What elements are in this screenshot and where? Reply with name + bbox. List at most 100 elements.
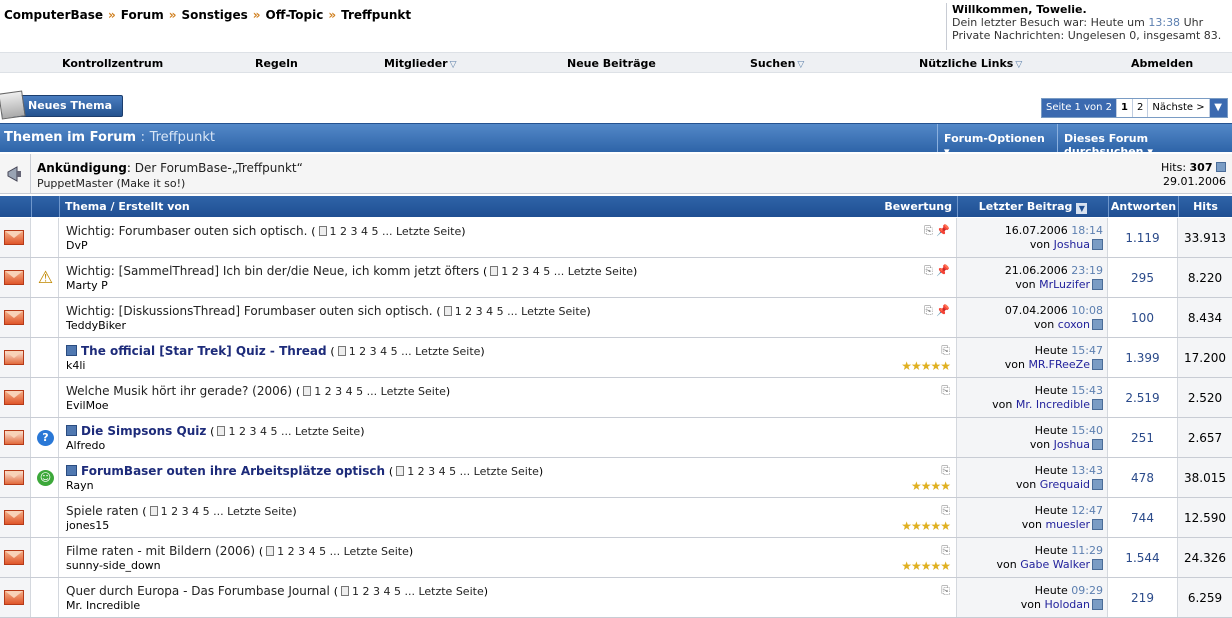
thread-author[interactable]: k4li — [66, 359, 85, 372]
last-post-user[interactable]: coxon — [1058, 318, 1090, 331]
thread-last-page-link[interactable]: Letzte Seite — [227, 505, 292, 518]
thread-pages[interactable]: 1 2 3 4 5 ... — [349, 345, 412, 358]
forum-search-menu[interactable]: Dieses Forum durchsuchen ▾ — [1057, 124, 1232, 158]
header-replies[interactable]: Antworten — [1108, 196, 1178, 217]
breadcrumb-off-topic[interactable]: Off-Topic — [266, 8, 324, 22]
replies-cell: 295 — [1108, 258, 1178, 297]
thread-author[interactable]: Marty P — [66, 279, 108, 292]
go-to-last-post-icon[interactable] — [1092, 479, 1103, 490]
thread-author[interactable]: jones15 — [66, 519, 109, 532]
go-to-last-post-icon[interactable] — [1092, 599, 1103, 610]
thread-pages[interactable]: 1 2 3 4 5 ... — [501, 265, 564, 278]
thread-title-link[interactable]: Filme raten - mit Bildern (2006) — [66, 544, 255, 558]
thread-last-page-link[interactable]: Letzte Seite — [418, 585, 483, 598]
thread-title-link[interactable]: Welche Musik hört ihr gerade? (2006) — [66, 384, 292, 398]
thread-last-page-link[interactable]: Letzte Seite — [381, 385, 446, 398]
next-page-link[interactable]: Nächste > — [1147, 99, 1208, 117]
forum-options-menu[interactable]: Forum-Optionen ▾ — [937, 124, 1057, 158]
go-to-last-post-icon[interactable] — [1092, 559, 1103, 570]
chevron-down-icon[interactable]: ▼ — [1208, 99, 1227, 117]
go-to-last-post-icon[interactable] — [1092, 399, 1103, 410]
thread-last-page-link[interactable]: Letzte Seite — [396, 225, 461, 238]
thread-pages[interactable]: 1 2 3 4 5 ... — [277, 545, 340, 558]
last-post-user[interactable]: muesler — [1045, 518, 1090, 531]
thread-author[interactable]: Rayn — [66, 479, 94, 492]
thread-title-link[interactable]: Wichtig: Forumbaser outen sich optisch. — [66, 224, 307, 238]
thread-author[interactable]: TeddyBiker — [66, 319, 126, 332]
breadcrumb-forum[interactable]: Forum — [121, 8, 164, 22]
thread-last-page-link[interactable]: Letzte Seite — [344, 545, 409, 558]
thread-author[interactable]: Mr. Incredible — [66, 599, 140, 612]
last-post-user[interactable]: Joshua — [1054, 438, 1090, 451]
thread-replies[interactable]: 251 — [1108, 431, 1177, 445]
last-post-user[interactable]: Grequaid — [1040, 478, 1090, 491]
last-post-user[interactable]: Gabe Walker — [1020, 558, 1090, 571]
header-hits[interactable]: Hits — [1178, 196, 1232, 217]
thread-last-page-link[interactable]: Letzte Seite — [521, 305, 586, 318]
thread-last-page-link[interactable]: Letzte Seite — [568, 265, 633, 278]
thread-pages[interactable]: 1 2 3 4 5 ... — [330, 225, 393, 238]
nav-regeln[interactable]: Regeln — [255, 57, 298, 70]
thread-title-link[interactable]: The official [Star Trek] Quiz - Thread — [81, 344, 327, 358]
thread-author[interactable]: sunny-side_down — [66, 559, 161, 572]
page-1-link[interactable]: 1 — [1116, 99, 1132, 117]
thread-title-link[interactable]: Quer durch Europa - Das Forumbase Journa… — [66, 584, 330, 598]
thread-replies[interactable]: 2.519 — [1108, 391, 1177, 405]
thread-title-link[interactable]: Die Simpsons Quiz — [81, 424, 206, 438]
announcement-author[interactable]: PuppetMaster (Make it so!) — [37, 177, 185, 190]
new-thread-button[interactable]: Neues Thema — [0, 90, 123, 120]
thread-title-link[interactable]: Wichtig: [DiskussionsThread] Forumbaser … — [66, 304, 433, 318]
thread-last-page-link[interactable]: Letzte Seite — [295, 425, 360, 438]
thread-pages[interactable]: 1 2 3 4 5 ... — [407, 465, 470, 478]
nav-neue-beitraege[interactable]: Neue Beiträge — [567, 57, 656, 70]
thread-replies[interactable]: 1.544 — [1108, 551, 1177, 565]
page-2-link[interactable]: 2 — [1131, 99, 1147, 117]
announcement-title[interactable]: Ankündigung: Der ForumBase-„Treffpunkt“ — [37, 161, 303, 175]
thread-title-link[interactable]: Wichtig: [SammelThread] Ich bin der/die … — [66, 264, 479, 278]
nav-nuetzliche-links[interactable]: Nützliche Links ▽ — [919, 57, 1022, 70]
thread-title-link[interactable]: Spiele raten — [66, 504, 138, 518]
thread-author[interactable]: Alfredo — [66, 439, 105, 452]
go-to-last-post-icon[interactable] — [1092, 319, 1103, 330]
breadcrumb-computerbase[interactable]: ComputerBase — [4, 8, 103, 22]
thread-author[interactable]: EvilMoe — [66, 399, 109, 412]
thread-replies[interactable]: 1.399 — [1108, 351, 1177, 365]
last-post-user[interactable]: MrLuzifer — [1039, 278, 1090, 291]
thread-last-page-link[interactable]: Letzte Seite — [415, 345, 480, 358]
go-to-last-post-icon[interactable] — [1092, 239, 1103, 250]
thread-replies[interactable]: 219 — [1108, 591, 1177, 605]
go-to-last-post-icon[interactable] — [1092, 279, 1103, 290]
go-arrow-icon[interactable] — [1216, 162, 1226, 172]
go-to-last-post-icon[interactable] — [1092, 519, 1103, 530]
go-to-last-post-icon[interactable] — [1092, 439, 1103, 450]
thread-pages[interactable]: 1 2 3 4 5 ... — [455, 305, 518, 318]
envelope-icon — [4, 470, 24, 485]
breadcrumb-sonstiges[interactable]: Sonstiges — [181, 8, 247, 22]
thread-replies[interactable]: 295 — [1108, 271, 1177, 285]
header-last-post[interactable]: Letzter Beitrag ▼ — [957, 196, 1108, 217]
thread-replies[interactable]: 1.119 — [1108, 231, 1177, 245]
header-thread[interactable]: Thema / Erstellt von Bewertung — [59, 196, 957, 217]
last-post-user[interactable]: MR.FReeZe — [1028, 358, 1090, 371]
nav-kontrollzentrum[interactable]: Kontrollzentrum — [62, 57, 163, 70]
private-messages[interactable]: Private Nachrichten: Ungelesen 0, insges… — [952, 29, 1232, 42]
last-post-user[interactable]: Holodan — [1045, 598, 1090, 611]
last-post-user[interactable]: Mr. Incredible — [1016, 398, 1090, 411]
nav-suchen[interactable]: Suchen ▽ — [750, 57, 804, 70]
thread-replies[interactable]: 100 — [1108, 311, 1177, 325]
thread-replies[interactable]: 744 — [1108, 511, 1177, 525]
thread-replies[interactable]: 478 — [1108, 471, 1177, 485]
thread-author[interactable]: DvP — [66, 239, 88, 252]
thread-pages[interactable]: 1 2 3 4 5 ... — [228, 425, 291, 438]
last-post-user[interactable]: Joshua — [1054, 238, 1090, 251]
nav-abmelden[interactable]: Abmelden — [1131, 57, 1193, 70]
thread-pages[interactable]: 1 2 3 4 5 ... — [161, 505, 224, 518]
thread-pages[interactable]: 1 2 3 4 5 ... — [314, 385, 377, 398]
thread-title-link[interactable]: ForumBaser outen ihre Arbeitsplätze opti… — [81, 464, 385, 478]
announcement-link[interactable]: Der ForumBase-„Treffpunkt“ — [135, 161, 303, 175]
go-to-last-post-icon[interactable] — [1092, 359, 1103, 370]
thread-pages[interactable]: 1 2 3 4 5 ... — [352, 585, 415, 598]
header-rating[interactable]: Bewertung — [884, 200, 952, 213]
thread-last-page-link[interactable]: Letzte Seite — [474, 465, 539, 478]
nav-mitglieder[interactable]: Mitglieder ▽ — [384, 57, 457, 70]
